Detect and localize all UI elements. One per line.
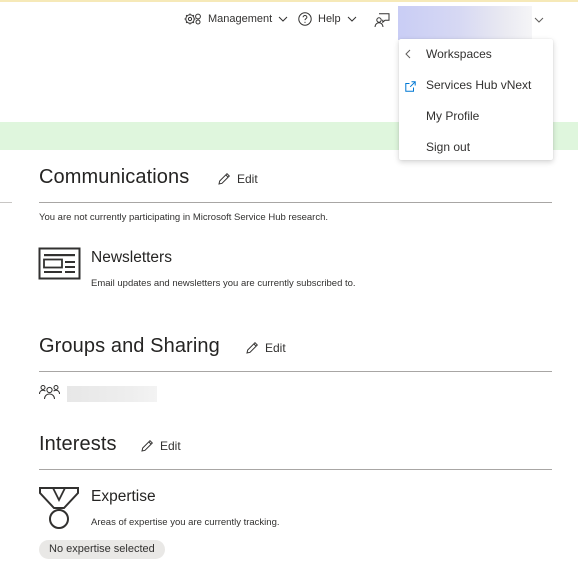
section-divider xyxy=(39,469,552,470)
divider xyxy=(0,202,12,203)
interests-edit-button[interactable]: Edit xyxy=(140,439,181,453)
menu-item-workspaces[interactable]: Workspaces xyxy=(399,39,553,69)
help-label: Help xyxy=(318,13,341,25)
communications-title: Communications xyxy=(39,166,190,188)
management-label: Management xyxy=(208,13,273,25)
group-people-icon xyxy=(39,385,60,400)
edit-label: Edit xyxy=(265,341,286,355)
edit-label: Edit xyxy=(160,439,181,453)
user-account-button[interactable] xyxy=(398,6,532,40)
communications-edit-button[interactable]: Edit xyxy=(217,172,258,186)
edit-label: Edit xyxy=(237,172,258,186)
help-question-icon xyxy=(298,12,312,26)
user-dropdown-menu: Workspaces Services Hub vNext My Profile… xyxy=(399,39,553,160)
menu-item-sign-out[interactable]: Sign out xyxy=(399,132,553,162)
chevron-down-icon xyxy=(278,16,288,22)
medal-icon xyxy=(39,487,79,529)
menu-item-label: Services Hub vNext xyxy=(426,78,532,92)
groups-edit-button[interactable]: Edit xyxy=(245,341,286,355)
top-bar: Management Help xyxy=(0,2,578,42)
expertise-chip: No expertise selected xyxy=(39,540,165,559)
external-link-icon xyxy=(405,81,416,92)
expertise-title: Expertise xyxy=(91,488,156,505)
menu-item-services-hub-vnext[interactable]: Services Hub vNext xyxy=(399,70,553,100)
menu-item-label: Sign out xyxy=(426,140,471,154)
edit-pencil-icon xyxy=(246,341,259,354)
settings-gear-icon xyxy=(184,13,201,25)
chevron-down-icon[interactable] xyxy=(534,17,544,23)
group-name-redacted xyxy=(67,386,157,402)
chevron-down-icon xyxy=(347,16,356,22)
newsletter-icon xyxy=(38,247,81,280)
feedback-person-icon xyxy=(374,13,390,28)
expertise-description: Areas of expertise you are currently tra… xyxy=(91,517,280,528)
management-menu[interactable]: Management xyxy=(184,12,288,26)
groups-title: Groups and Sharing xyxy=(39,335,220,357)
section-divider xyxy=(39,371,552,372)
feedback-button[interactable] xyxy=(374,13,390,28)
interests-title: Interests xyxy=(39,433,117,455)
chevron-left-icon xyxy=(405,49,411,59)
help-menu[interactable]: Help xyxy=(298,12,357,26)
research-status-text: You are not currently participating in M… xyxy=(39,212,329,223)
menu-item-my-profile[interactable]: My Profile xyxy=(399,101,553,131)
section-divider xyxy=(39,202,552,203)
menu-item-label: Workspaces xyxy=(426,47,492,61)
edit-pencil-icon xyxy=(141,439,154,452)
edit-pencil-icon xyxy=(218,172,231,185)
newsletters-description: Email updates and newsletters you are cu… xyxy=(91,278,356,289)
newsletters-title: Newsletters xyxy=(91,249,172,266)
menu-item-label: My Profile xyxy=(426,109,480,123)
